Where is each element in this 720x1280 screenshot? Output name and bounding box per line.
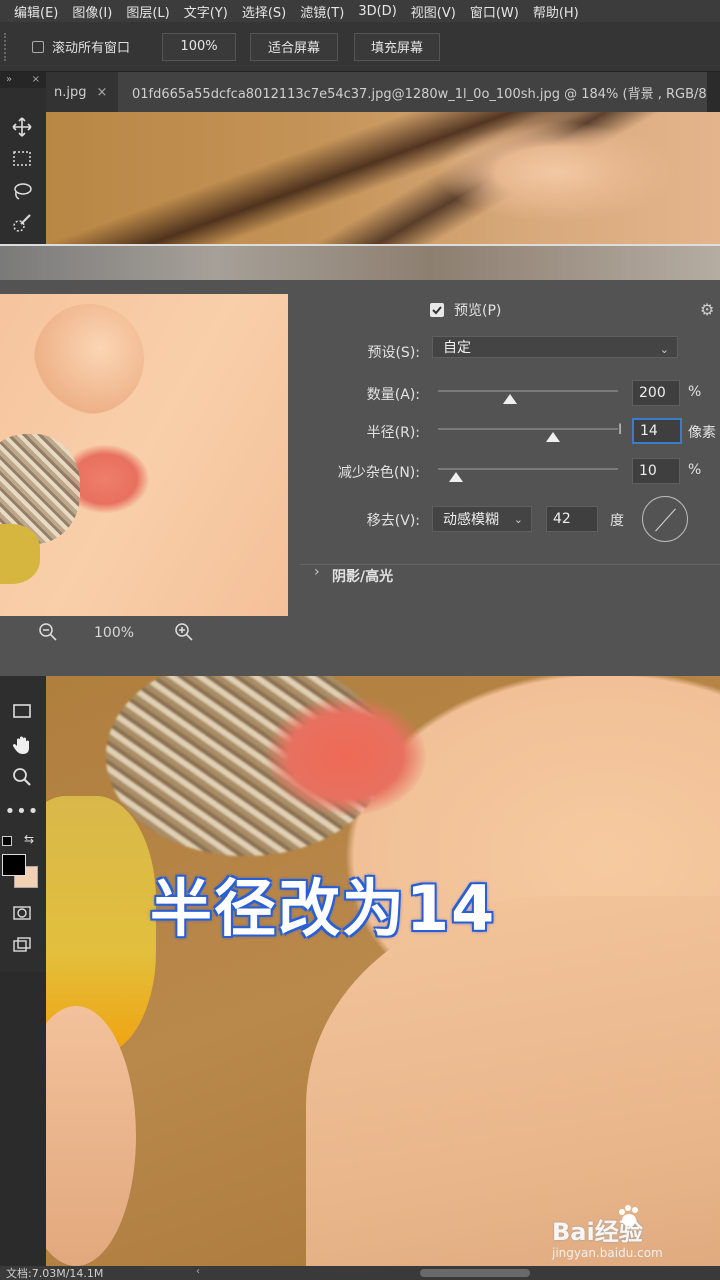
- reduce-noise-unit: %: [688, 462, 702, 478]
- expand-arrow-icon[interactable]: ›: [314, 564, 320, 580]
- canvas-image-top[interactable]: [46, 112, 720, 244]
- preset-label: 预设(S):: [367, 345, 420, 361]
- canvas-image-blurred-strip: [0, 244, 720, 280]
- options-bar-grip[interactable]: [4, 32, 18, 61]
- menu-item-image[interactable]: 图像(I): [58, 2, 112, 21]
- scroll-all-checkbox[interactable]: [32, 40, 44, 53]
- sharpen-controls: 预览(P) ⚙ 预设(S): 自定 ⌄ 数量(A): 200 % 半径(R): …: [300, 280, 720, 676]
- screen-mode-icon[interactable]: [0, 930, 44, 960]
- tab-close-icon[interactable]: ×: [97, 85, 108, 100]
- preset-value: 自定: [443, 340, 471, 356]
- amount-input[interactable]: 200: [632, 380, 680, 406]
- chevron-down-icon: ⌄: [659, 343, 669, 356]
- document-tab-active[interactable]: 01fd665a55dcfca8012113c7e54c37.jpg@1280w…: [118, 72, 707, 112]
- paw-icon: [619, 1205, 638, 1226]
- zoom-in-icon[interactable]: [174, 622, 194, 646]
- reduce-noise-label: 减少杂色(N):: [337, 465, 420, 481]
- radius-slider-track[interactable]: [438, 428, 618, 430]
- menu-item-select[interactable]: 选择(S): [228, 2, 286, 21]
- menu-item-view[interactable]: 视图(V): [397, 2, 456, 21]
- angle-input[interactable]: 42: [546, 506, 598, 532]
- scroll-left-icon[interactable]: ‹: [196, 1266, 200, 1277]
- document-tab[interactable]: n.jpg ×: [46, 72, 118, 112]
- quick-selection-tool-icon[interactable]: [0, 208, 44, 238]
- more-tools-icon[interactable]: •••: [0, 796, 44, 826]
- move-tool-icon[interactable]: [0, 112, 44, 142]
- angle-dial[interactable]: [642, 496, 688, 542]
- swap-colors-icon[interactable]: ⇆: [24, 832, 34, 846]
- status-bar: 文档:7.03M/14.1M ‹: [0, 1266, 720, 1280]
- menu-item-3d[interactable]: 3D(D): [344, 4, 396, 19]
- menu-item-help[interactable]: 帮助(H): [519, 2, 579, 21]
- amount-slider-thumb[interactable]: [502, 394, 517, 404]
- preview-bottle-shape: [0, 524, 40, 584]
- tab-title: n.jpg: [54, 84, 87, 100]
- zoom-out-icon[interactable]: [38, 622, 58, 646]
- menu-item-type[interactable]: 文字(Y): [170, 2, 228, 21]
- horizontal-scrollbar[interactable]: [420, 1269, 530, 1277]
- menu-bar: 编辑(E) 图像(I) 图层(L) 文字(Y) 选择(S) 滤镜(T) 3D(D…: [0, 0, 720, 22]
- zoom-100-button[interactable]: 100%: [162, 32, 237, 61]
- hand-tool-icon[interactable]: [0, 730, 44, 760]
- preview-nose-shape: [34, 304, 144, 414]
- remove-select[interactable]: 动感模糊 ⌄: [432, 506, 532, 532]
- menu-item-layer[interactable]: 图层(L): [112, 2, 169, 21]
- chevron-down-icon: ⌄: [513, 513, 523, 526]
- preview-label: 预览(P): [454, 303, 502, 319]
- settings-gear-icon[interactable]: ⚙: [700, 300, 714, 319]
- rectangle-tool-icon[interactable]: [0, 696, 44, 726]
- marquee-tool-icon[interactable]: [0, 144, 44, 174]
- preset-select[interactable]: 自定 ⌄: [432, 336, 678, 358]
- tab-title-active: 01fd665a55dcfca8012113c7e54c37.jpg@1280w…: [132, 86, 707, 102]
- radius-input[interactable]: 14: [632, 418, 682, 444]
- canvas-lips-shape: [266, 696, 426, 816]
- remove-label: 移去(V):: [366, 513, 420, 529]
- radius-slider-thumb[interactable]: [546, 432, 561, 442]
- fit-screen-button[interactable]: 适合屏幕: [250, 32, 339, 61]
- amount-slider-track[interactable]: [438, 390, 618, 392]
- menu-item-filter[interactable]: 滤镜(T): [286, 2, 344, 21]
- angle-unit: 度: [610, 513, 624, 529]
- section-divider: [300, 564, 720, 565]
- text-cursor-icon: I: [618, 422, 623, 438]
- canvas-image-main[interactable]: [46, 676, 720, 1266]
- preview-toggle[interactable]: 预览(P): [430, 300, 501, 320]
- preview-checkbox[interactable]: [430, 303, 444, 317]
- baidu-jingyan-watermark: Bai经验 jingyan.baidu.com: [552, 1198, 712, 1268]
- fill-screen-button[interactable]: 填充屏幕: [354, 32, 441, 61]
- reduce-noise-slider-track[interactable]: [438, 468, 618, 470]
- tools-panel-header: » ×: [0, 72, 46, 88]
- quick-mask-icon[interactable]: [0, 898, 44, 928]
- radius-label: 半径(R):: [366, 425, 420, 441]
- zoom-tool-icon[interactable]: [0, 762, 44, 792]
- document-size-info: 文档:7.03M/14.1M: [6, 1267, 104, 1280]
- reduce-noise-input[interactable]: 10: [632, 458, 680, 484]
- watermark-url: jingyan.baidu.com: [552, 1246, 663, 1260]
- options-bar: 滚动所有窗口 100% 适合屏幕 填充屏幕: [0, 22, 720, 72]
- reduce-noise-slider-thumb[interactable]: [449, 472, 463, 482]
- document-tab-bar: n.jpg × 01fd665a55dcfca8012113c7e54c37.j…: [46, 72, 720, 112]
- lasso-tool-icon[interactable]: [0, 176, 44, 206]
- remove-value: 动感模糊: [443, 512, 499, 528]
- filter-preview-image[interactable]: [0, 294, 288, 616]
- shadows-highlights-label[interactable]: 阴影/高光: [332, 566, 393, 586]
- collapse-icon[interactable]: »: [6, 74, 12, 86]
- preview-zoom-value: 100%: [94, 625, 135, 641]
- preview-zoom-row: 100%: [0, 616, 288, 652]
- smart-sharpen-dialog: 100% 预览(P) ⚙ 预设(S): 自定 ⌄ 数量(A): 200 % 半径…: [0, 280, 720, 676]
- default-colors-icon[interactable]: [2, 836, 12, 846]
- panel-close-icon[interactable]: ×: [32, 74, 40, 86]
- menu-item-edit[interactable]: 编辑(E): [0, 2, 58, 21]
- amount-label: 数量(A):: [366, 387, 420, 403]
- foreground-color-swatch[interactable]: [2, 854, 26, 876]
- radius-unit: 像素: [688, 425, 716, 441]
- tutorial-caption: 半径改为14: [150, 872, 497, 945]
- menu-item-window[interactable]: 窗口(W): [456, 2, 519, 21]
- scroll-all-windows[interactable]: 滚动所有窗口: [32, 37, 130, 56]
- scroll-all-label: 滚动所有窗口: [52, 41, 131, 56]
- amount-unit: %: [688, 384, 702, 400]
